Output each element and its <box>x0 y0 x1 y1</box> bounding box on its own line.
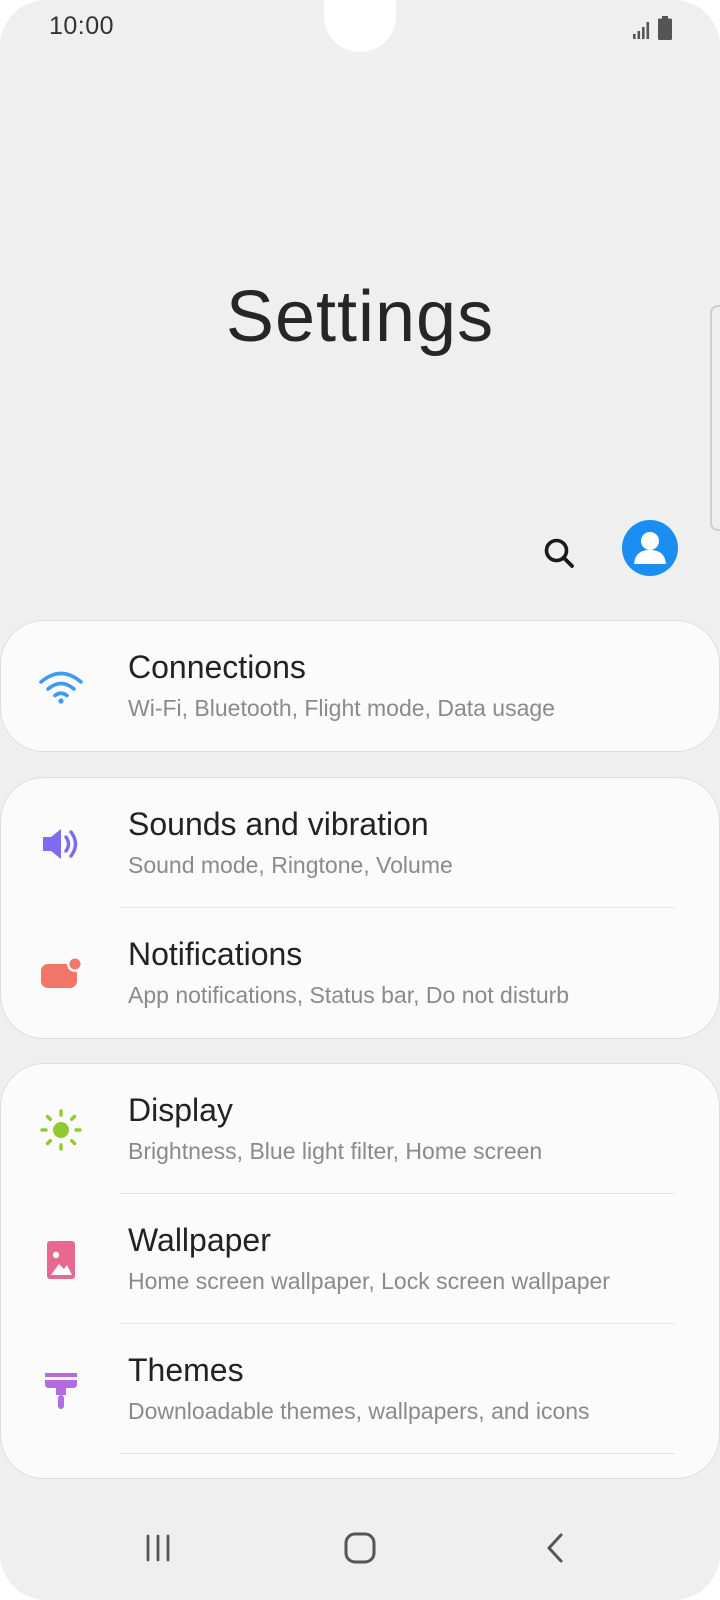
item-title: Connections <box>128 649 306 685</box>
status-bar: 10:00 <box>0 0 720 56</box>
phone-screen: 10:00 Settings Connections Wi-Fi, Blueto… <box>0 0 720 1600</box>
item-title: Notifications <box>128 936 303 972</box>
page-title: Settings <box>225 277 495 357</box>
settings-group-connectivity: Connections Wi-Fi, Bluetooth, Flight mod… <box>0 620 720 752</box>
back-button[interactable] <box>526 1518 586 1578</box>
item-subtitle: Wi-Fi, Bluetooth, Flight mode, Data usag… <box>128 695 555 721</box>
home-icon <box>344 1532 376 1564</box>
item-title: Wallpaper <box>128 1222 271 1258</box>
item-subtitle: Sound mode, Ringtone, Volume <box>128 852 453 878</box>
item-subtitle: Downloadable themes, wallpapers, and ico… <box>128 1398 590 1424</box>
profile-icon <box>634 532 666 564</box>
item-title: Themes <box>128 1352 244 1388</box>
search-button[interactable] <box>540 534 580 574</box>
wallpaper-icon <box>39 1240 83 1280</box>
item-subtitle: Home screen wallpaper, Lock screen wallp… <box>128 1268 610 1294</box>
settings-item-notifications[interactable]: Notifications App notifications, Status … <box>1 908 719 1038</box>
status-time: 10:00 <box>49 12 115 40</box>
navigation-bar <box>0 1500 720 1600</box>
back-icon <box>547 1533 563 1563</box>
settings-item-sounds[interactable]: Sounds and vibration Sound mode, Rington… <box>1 778 719 908</box>
sun-icon <box>39 1109 83 1151</box>
item-subtitle: Brightness, Blue light filter, Home scre… <box>128 1138 543 1164</box>
settings-group-appearance: Display Brightness, Blue light filter, H… <box>0 1063 720 1479</box>
item-title: Display <box>128 1092 233 1128</box>
item-subtitle: App notifications, Status bar, Do not di… <box>128 982 570 1008</box>
speaker-icon <box>39 824 83 864</box>
item-title: Sounds and vibration <box>128 806 429 842</box>
search-icon <box>544 538 574 568</box>
settings-item-connections[interactable]: Connections Wi-Fi, Bluetooth, Flight mod… <box>1 621 719 751</box>
paint-roller-icon <box>39 1370 83 1410</box>
wifi-icon <box>39 667 83 707</box>
battery-icon <box>658 16 672 40</box>
recents-button[interactable] <box>128 1518 188 1578</box>
header-actions <box>0 520 720 590</box>
divider <box>120 1453 675 1454</box>
settings-item-wallpaper[interactable]: Wallpaper Home screen wallpaper, Lock sc… <box>1 1194 719 1324</box>
signal-icon <box>633 22 650 39</box>
settings-group-alerts: Sounds and vibration Sound mode, Rington… <box>0 777 720 1039</box>
profile-button[interactable] <box>622 520 678 576</box>
recents-icon <box>146 1534 170 1562</box>
status-icons <box>632 14 672 40</box>
settings-item-themes[interactable]: Themes Downloadable themes, wallpapers, … <box>1 1324 719 1454</box>
settings-item-display[interactable]: Display Brightness, Blue light filter, H… <box>1 1064 719 1194</box>
home-button[interactable] <box>330 1518 390 1578</box>
notification-icon <box>39 954 83 994</box>
